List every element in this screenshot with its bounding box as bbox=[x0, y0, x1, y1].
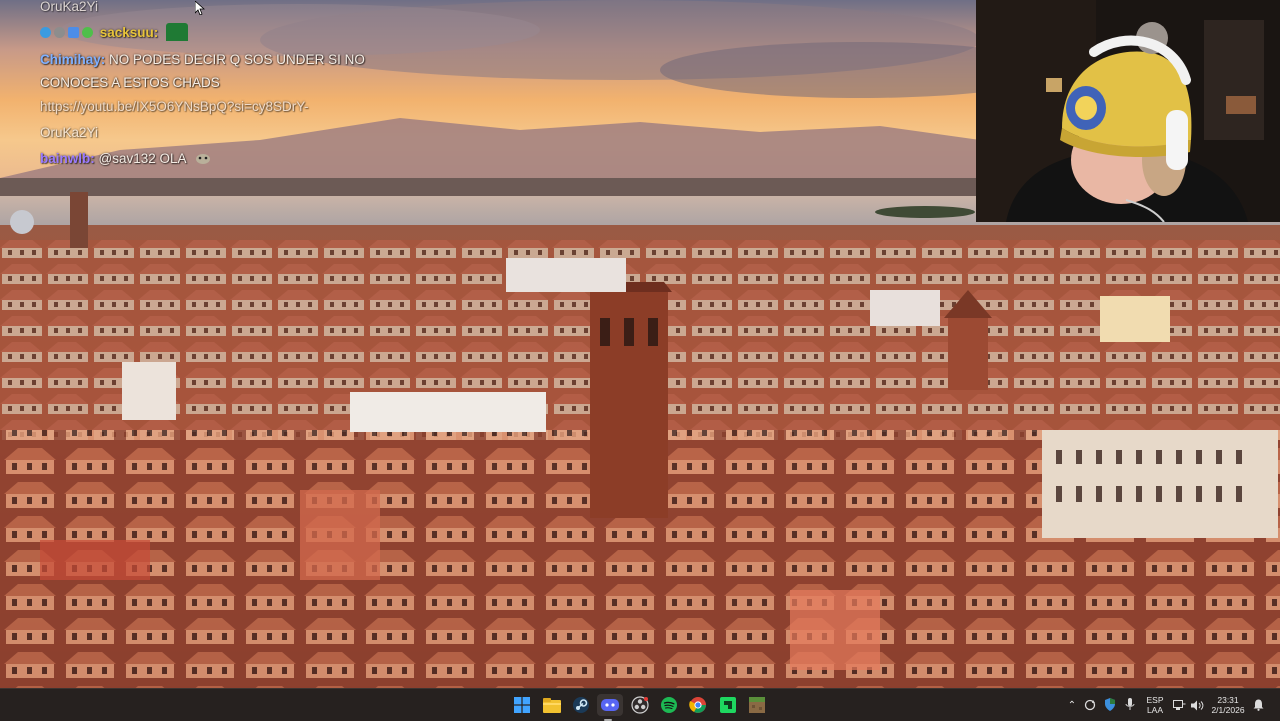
chat-message: OruKa2Yi bbox=[40, 0, 370, 20]
system-tray: ⌃ ESP LAA 23:31 2/1/2026 bbox=[1064, 689, 1266, 721]
windows-taskbar: ⌃ ESP LAA 23:31 2/1/2026 bbox=[0, 688, 1280, 721]
green-app-icon[interactable] bbox=[717, 694, 739, 716]
volume-icon[interactable] bbox=[1188, 696, 1206, 715]
language-indicator[interactable]: ESP LAA bbox=[1140, 695, 1170, 715]
chat-username: Chimihay: bbox=[40, 52, 106, 67]
chat-message: sacksuu: bbox=[40, 20, 370, 46]
notification-bell-icon[interactable] bbox=[1250, 696, 1266, 715]
verified-badge-icon bbox=[40, 27, 51, 38]
chrome-icon[interactable] bbox=[687, 694, 709, 716]
blue-cube-badge-icon bbox=[68, 27, 79, 38]
chat-message: Chimihay: NO PODES DECIR Q SOS UNDER SI … bbox=[40, 46, 370, 94]
windows-start-icon[interactable] bbox=[511, 694, 533, 716]
keyboard-layout: LAA bbox=[1146, 705, 1164, 715]
clock-time: 23:31 bbox=[1217, 695, 1239, 705]
microphone-icon[interactable] bbox=[1120, 696, 1140, 715]
chat-username: bainwlb: bbox=[40, 151, 95, 166]
show-hidden-icons-chevron-icon[interactable]: ⌃ bbox=[1064, 700, 1080, 711]
obs-icon[interactable] bbox=[629, 694, 651, 716]
file-explorer-icon[interactable] bbox=[541, 694, 563, 716]
steam-icon[interactable] bbox=[570, 694, 592, 716]
creature-emote-icon bbox=[194, 151, 212, 165]
language-code: ESP bbox=[1146, 695, 1164, 705]
minecraft-icon[interactable] bbox=[746, 694, 768, 716]
chat-link-text: https://youtu.be/IX5O6YNsBpQ?si=cy8SDrY- bbox=[40, 99, 309, 114]
green-alien-badge-icon bbox=[82, 27, 93, 38]
clock-date: 2/1/2026 bbox=[1211, 705, 1245, 715]
chat-message-text: @sav132 OLA bbox=[98, 151, 186, 166]
security-shield-icon[interactable] bbox=[1100, 696, 1120, 715]
stream-chat-overlay: OruKa2Yi sacksuu: Chimihay: NO PODES DEC… bbox=[40, 0, 370, 172]
mouse-cursor-icon bbox=[194, 0, 206, 19]
spotify-icon[interactable] bbox=[658, 694, 680, 716]
chat-message: https://youtu.be/IX5O6YNsBpQ?si=cy8SDrY- bbox=[40, 94, 370, 120]
network-icon[interactable] bbox=[1170, 696, 1188, 715]
gray-badge-icon bbox=[54, 27, 65, 38]
chat-username: sacksuu: bbox=[99, 25, 159, 40]
sync-icon[interactable] bbox=[1080, 696, 1100, 715]
chat-message: OruKa2Yi bbox=[40, 120, 370, 146]
streamer-webcam bbox=[976, 0, 1280, 222]
chat-message-text: OruKa2Yi bbox=[40, 125, 99, 140]
chat-message-text: OruKa2Yi bbox=[40, 0, 99, 14]
discord-icon[interactable] bbox=[597, 694, 623, 721]
green-block-emote-icon bbox=[166, 23, 189, 41]
clock[interactable]: 23:31 2/1/2026 bbox=[1206, 695, 1250, 715]
chat-message: bainwlb: @sav132 OLA bbox=[40, 146, 370, 172]
